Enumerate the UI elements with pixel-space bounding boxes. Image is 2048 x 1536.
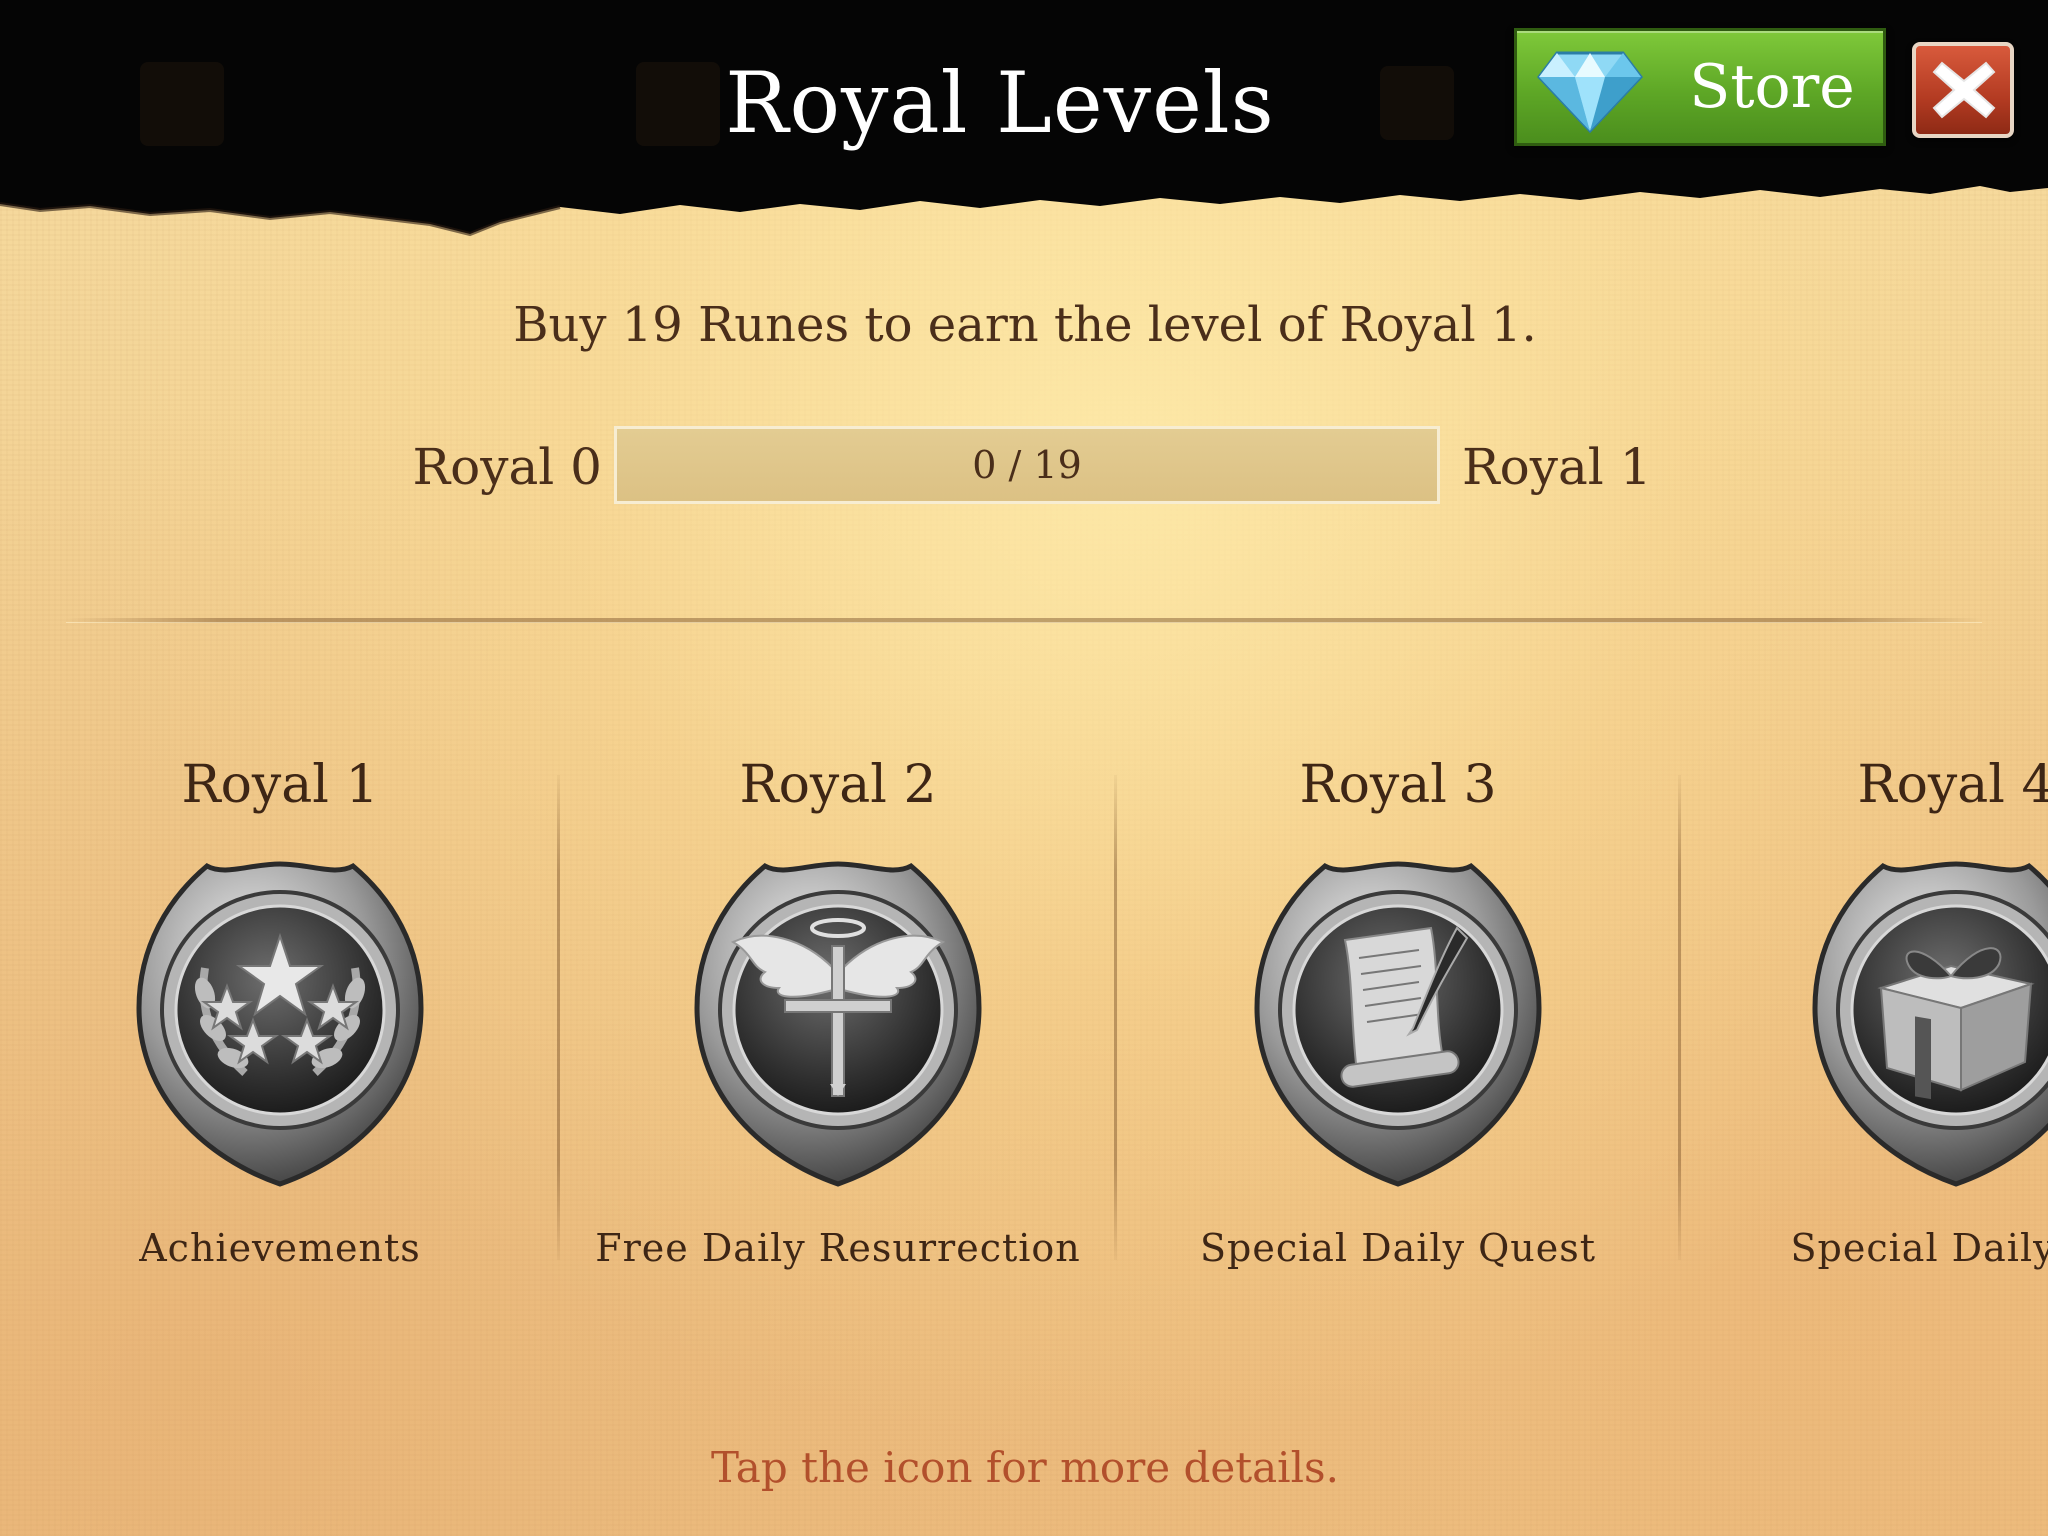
progress-count: 0 / 19 bbox=[972, 443, 1082, 487]
tap-icon-hint: Tap the icon for more details. bbox=[711, 1443, 1339, 1492]
diamond-icon bbox=[1537, 51, 1643, 134]
scroll-quill-icon[interactable] bbox=[1253, 858, 1543, 1188]
level-reward-label: Free Daily Resurrection bbox=[595, 1226, 1081, 1270]
level-title: Royal 1 bbox=[181, 755, 379, 815]
level-card-royal-3: Royal 3 Special Daily Quest bbox=[1118, 740, 1678, 1300]
close-button[interactable] bbox=[1912, 42, 2014, 138]
level-title: Royal 4 bbox=[1857, 755, 2048, 815]
level-reward-label: Special Daily Quest bbox=[1199, 1226, 1597, 1270]
current-level-label: Royal 0 bbox=[412, 438, 602, 496]
header-bar: Royal Levels Store bbox=[0, 0, 2048, 240]
level-reward-label: Special Daily Bo bbox=[1790, 1226, 2048, 1270]
royal-progress-bar: 0 / 19 bbox=[614, 426, 1440, 504]
section-divider bbox=[66, 618, 1982, 623]
next-level-label: Royal 1 bbox=[1462, 438, 1652, 496]
laurel-stars-icon[interactable] bbox=[135, 858, 425, 1188]
page-title: Royal Levels bbox=[725, 54, 1275, 152]
hidden-swords-icon bbox=[1380, 66, 1454, 140]
royal-levels-row: Royal 1 Achievements Royal 2 Free Daily … bbox=[0, 740, 2048, 1300]
store-label: Store bbox=[1689, 52, 1855, 122]
rune-requirement-text: Buy 19 Runes to earn the level of Royal … bbox=[513, 297, 1537, 353]
column-separator bbox=[1114, 775, 1117, 1260]
store-button[interactable]: Store bbox=[1514, 28, 1886, 146]
hidden-menu-icon bbox=[140, 62, 224, 146]
level-reward-label: Achievements bbox=[139, 1226, 421, 1270]
level-card-royal-4: Royal 4 Special Daily Bo bbox=[1676, 740, 2048, 1300]
close-x-icon bbox=[1932, 61, 1996, 119]
gift-box-icon[interactable] bbox=[1811, 858, 2048, 1188]
level-card-royal-2: Royal 2 Free Daily Resurrection bbox=[558, 740, 1118, 1300]
level-title: Royal 3 bbox=[1299, 755, 1497, 815]
level-card-royal-1: Royal 1 Achievements bbox=[0, 740, 560, 1300]
winged-cross-icon[interactable] bbox=[693, 858, 983, 1188]
level-title: Royal 2 bbox=[739, 755, 937, 815]
